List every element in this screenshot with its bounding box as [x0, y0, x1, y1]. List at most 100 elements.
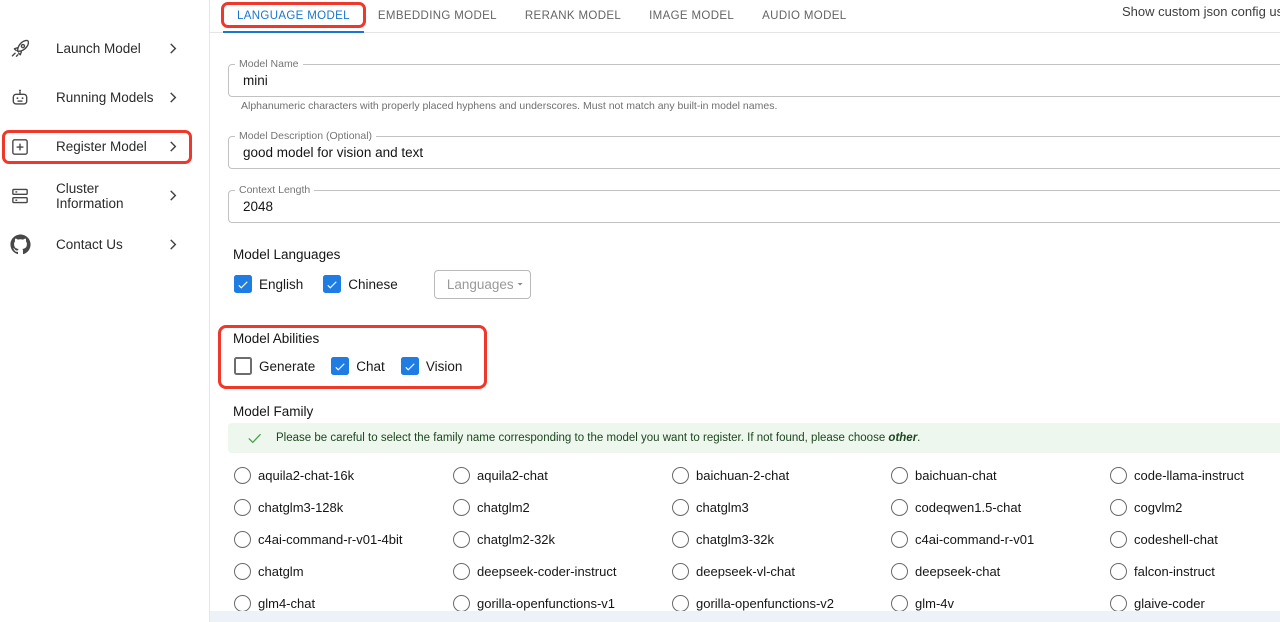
model-description-value: good model for vision and text	[229, 137, 1280, 168]
tab-label: LANGUAGE MODEL	[237, 10, 350, 22]
model-family-option[interactable]: c4ai-command-r-v01-4bit	[234, 523, 453, 555]
sidebar-item-label: Register Model	[56, 139, 147, 154]
chevron-right-icon	[164, 138, 181, 155]
sidebar-item-label: Launch Model	[56, 41, 141, 56]
radio-icon	[672, 467, 689, 484]
context-length-field[interactable]: Context Length 2048	[228, 190, 1280, 223]
option-label: aquila2-chat	[477, 468, 548, 483]
chevron-right-icon	[164, 40, 181, 57]
checkbox-icon	[401, 357, 419, 375]
option-label: aquila2-chat-16k	[258, 468, 354, 483]
option-label: codeshell-chat	[1134, 532, 1218, 547]
sidebar-item-cluster-information[interactable]: Cluster Information	[0, 171, 209, 220]
checkbox-icon	[234, 275, 252, 293]
language-checkbox[interactable]: English	[234, 275, 303, 293]
model-description-label: Model Description (Optional)	[235, 130, 376, 142]
sidebar-item-contact-us[interactable]: Contact Us	[0, 220, 209, 269]
option-label: codeqwen1.5-chat	[915, 500, 1021, 515]
model-family-option[interactable]: deepseek-vl-chat	[672, 555, 891, 587]
tab[interactable]: RERANK MODEL	[511, 0, 635, 32]
checkbox-icon	[331, 357, 349, 375]
model-name-field[interactable]: Model Name mini	[228, 64, 1280, 97]
model-family-option[interactable]: baichuan-2-chat	[672, 459, 891, 491]
option-label: chatglm	[258, 564, 304, 579]
radio-icon	[234, 531, 251, 548]
option-label: deepseek-coder-instruct	[477, 564, 616, 579]
model-family-option[interactable]: cogvlm2	[1110, 491, 1280, 523]
option-label: glm4-chat	[258, 596, 315, 611]
add-box-icon	[8, 135, 32, 159]
radio-icon	[1110, 531, 1127, 548]
checkbox-icon	[234, 357, 252, 375]
tab-label: IMAGE MODEL	[649, 10, 734, 22]
chevron-right-icon	[164, 89, 181, 106]
checkbox-icon	[323, 275, 341, 293]
model-abilities-group: Generate Chat Vision	[234, 351, 478, 381]
model-family-option[interactable]: codeqwen1.5-chat	[891, 491, 1110, 523]
model-family-option[interactable]: aquila2-chat	[453, 459, 672, 491]
ability-checkbox[interactable]: Vision	[401, 357, 463, 375]
languages-select[interactable]: Languages	[434, 270, 531, 299]
model-description-field[interactable]: Model Description (Optional) good model …	[228, 136, 1280, 169]
tab-label: RERANK MODEL	[525, 10, 621, 22]
model-family-option[interactable]: baichuan-chat	[891, 459, 1110, 491]
model-family-option[interactable]: chatglm	[234, 555, 453, 587]
language-checkbox[interactable]: Chinese	[323, 275, 398, 293]
option-label: gorilla-openfunctions-v1	[477, 596, 615, 611]
option-label: cogvlm2	[1134, 500, 1182, 515]
model-family-grid: aquila2-chat-16k aquila2-chat baichuan-2…	[234, 459, 1280, 619]
model-family-option[interactable]: deepseek-coder-instruct	[453, 555, 672, 587]
ability-checkbox[interactable]: Generate	[234, 357, 315, 375]
model-languages-group: English Chinese Languages	[234, 269, 531, 299]
radio-icon	[234, 595, 251, 612]
sidebar-item-label: Running Models	[56, 90, 154, 105]
dropdown-caret-icon	[514, 274, 526, 294]
checkbox-label: Vision	[426, 359, 463, 374]
radio-icon	[672, 499, 689, 516]
model-name-label: Model Name	[235, 58, 303, 70]
option-label: deepseek-chat	[915, 564, 1000, 579]
option-label: code-llama-instruct	[1134, 468, 1244, 483]
model-family-option[interactable]: aquila2-chat-16k	[234, 459, 453, 491]
model-family-option[interactable]: falcon-instruct	[1110, 555, 1280, 587]
model-family-option[interactable]: chatglm2-32k	[453, 523, 672, 555]
ability-checkbox[interactable]: Chat	[331, 357, 385, 375]
radio-icon	[1110, 595, 1127, 612]
radio-icon	[672, 563, 689, 580]
sidebar-item-register-model[interactable]: Register Model	[0, 122, 209, 171]
model-family-option[interactable]: c4ai-command-r-v01	[891, 523, 1110, 555]
bottom-strip	[210, 611, 1280, 622]
tab[interactable]: AUDIO MODEL	[748, 0, 860, 32]
model-family-option[interactable]: chatglm3-128k	[234, 491, 453, 523]
check-icon	[246, 430, 263, 447]
context-length-label: Context Length	[235, 184, 314, 196]
chevron-right-icon	[164, 187, 181, 204]
model-family-option[interactable]: chatglm3-32k	[672, 523, 891, 555]
option-label: deepseek-vl-chat	[696, 564, 795, 579]
radio-icon	[453, 563, 470, 580]
model-abilities-heading: Model Abilities	[233, 331, 319, 346]
model-family-option[interactable]: code-llama-instruct	[1110, 459, 1280, 491]
show-json-config-link[interactable]: Show custom json config used b	[1122, 4, 1280, 19]
tab[interactable]: EMBEDDING MODEL	[364, 0, 511, 32]
model-family-option[interactable]: codeshell-chat	[1110, 523, 1280, 555]
tab[interactable]: LANGUAGE MODEL	[223, 0, 364, 32]
model-name-helper: Alphanumeric characters with properly pl…	[241, 100, 777, 112]
model-family-option[interactable]: deepseek-chat	[891, 555, 1110, 587]
tab-label: AUDIO MODEL	[762, 10, 846, 22]
radio-icon	[1110, 563, 1127, 580]
option-label: chatglm2-32k	[477, 532, 555, 547]
sidebar-item-launch-model[interactable]: Launch Model	[0, 24, 209, 73]
radio-icon	[891, 531, 908, 548]
checkbox-label: Chinese	[348, 277, 398, 292]
radio-icon	[453, 499, 470, 516]
model-languages-heading: Model Languages	[233, 247, 340, 262]
model-family-option[interactable]: chatglm3	[672, 491, 891, 523]
sidebar-item-running-models[interactable]: Running Models	[0, 73, 209, 122]
radio-icon	[672, 595, 689, 612]
tab[interactable]: IMAGE MODEL	[635, 0, 748, 32]
radio-icon	[234, 499, 251, 516]
cluster-icon	[8, 184, 32, 208]
model-family-option[interactable]: chatglm2	[453, 491, 672, 523]
option-label: chatglm3	[696, 500, 749, 515]
